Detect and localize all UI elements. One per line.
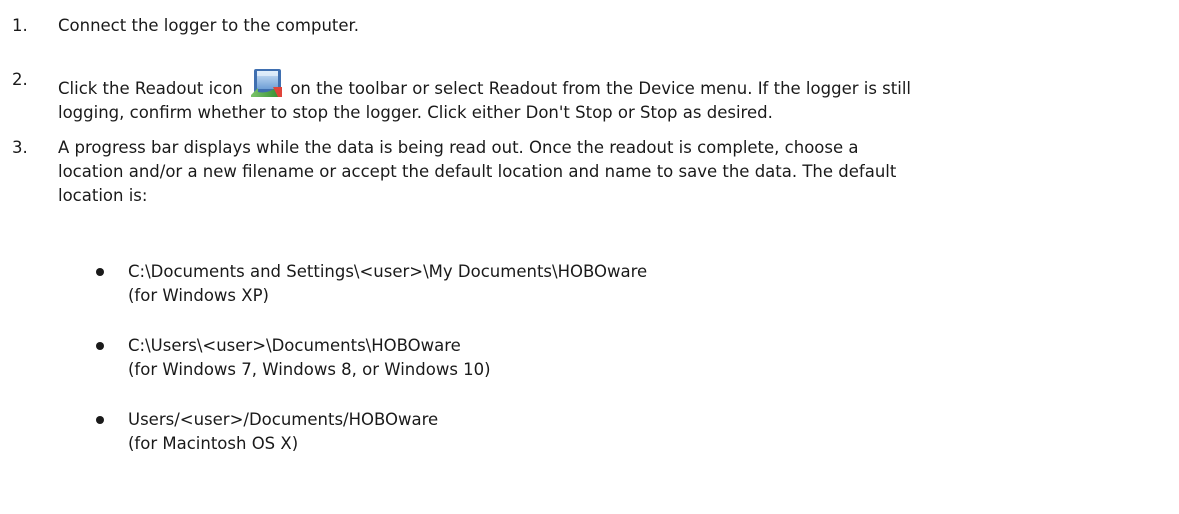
step-line-text: Click the Readout icon	[58, 79, 243, 98]
readout-icon	[251, 69, 283, 97]
bullet-icon	[96, 342, 104, 350]
step-line: logging, confirm whether to stop the log…	[58, 103, 773, 122]
step-number: 1.	[12, 16, 28, 35]
location-path: Users/<user>/Documents/HOBOware	[128, 410, 439, 429]
bullet-icon	[96, 416, 104, 424]
location-text: C:\Documents and Settings\<user>\My Docu…	[128, 260, 1165, 308]
step-line: location is:	[58, 186, 148, 205]
location-text: C:\Users\<user>\Documents\HOBOware (for …	[128, 334, 1165, 382]
step-line: A progress bar displays while the data i…	[58, 138, 859, 157]
location-note: (for Windows 7, Windows 8, or Windows 10…	[128, 360, 491, 379]
step-line: Click the Readout icon on the toolbar or…	[58, 68, 1165, 101]
location-path: C:\Documents and Settings\<user>\My Docu…	[128, 262, 648, 281]
step-text: Connect the logger to the computer.	[58, 14, 1165, 38]
step-number: 3.	[12, 138, 28, 157]
location-note: (for Macintosh OS X)	[128, 434, 299, 453]
step-line-text: on the toolbar or select Readout from th…	[290, 79, 911, 98]
step-text: A progress bar displays while the data i…	[58, 136, 1165, 208]
location-text: Users/<user>/Documents/HOBOware (for Mac…	[128, 408, 1165, 456]
step-text: Click the Readout icon on the toolbar or…	[58, 62, 1165, 125]
bullet-icon	[96, 268, 104, 276]
step-number: 2.	[12, 70, 28, 89]
step-line: Connect the logger to the computer.	[58, 16, 360, 35]
location-path: C:\Users\<user>\Documents\HOBOware	[128, 336, 461, 355]
step-line: location and/or a new filename or accept…	[58, 162, 897, 181]
instructions-document: 1. Connect the logger to the computer. 2…	[0, 0, 1179, 514]
location-note: (for Windows XP)	[128, 286, 269, 305]
